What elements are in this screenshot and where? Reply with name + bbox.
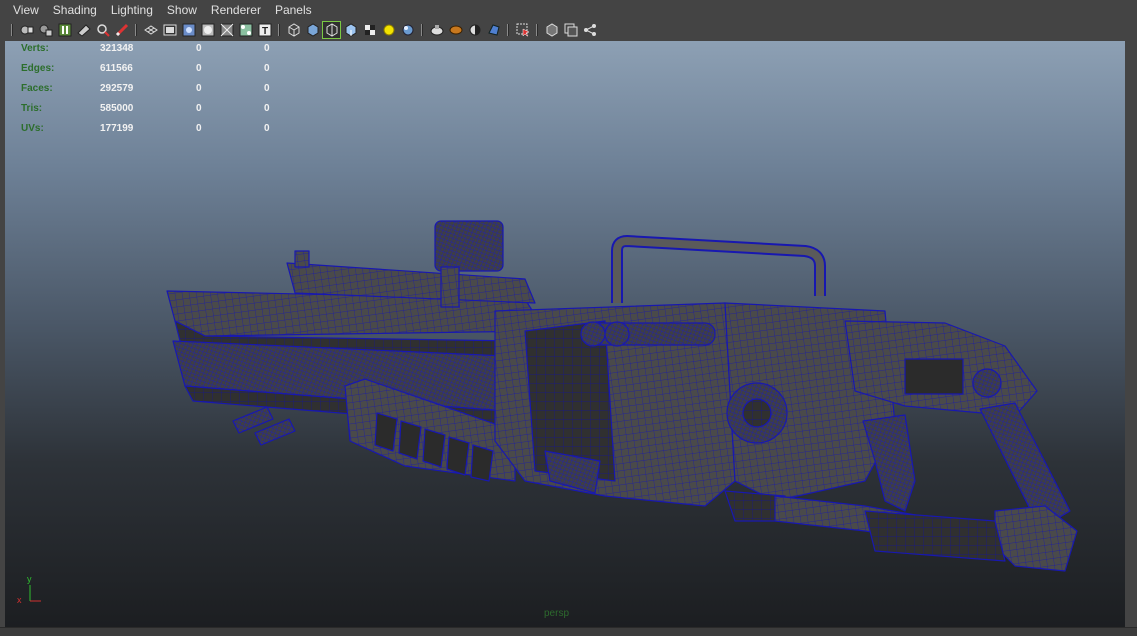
perspective-viewport[interactable]: Verts: 321348 0 0 Edges: 611566 0 0 Face… <box>5 41 1125 627</box>
film-gate-icon[interactable] <box>161 22 178 38</box>
menu-panels[interactable]: Panels <box>268 0 319 20</box>
gate-mask-icon[interactable] <box>199 22 216 38</box>
anti-aliasing-icon[interactable] <box>447 22 464 38</box>
toolbar-separator <box>506 22 510 38</box>
camera-select-icon[interactable] <box>18 22 35 38</box>
menu-bar: View Shading Lighting Show Renderer Pane… <box>0 0 1137 20</box>
xray-active-components-icon[interactable] <box>581 22 598 38</box>
screen-space-icon[interactable] <box>485 22 502 38</box>
wireframe-icon[interactable] <box>285 22 302 38</box>
weapon-model-wireframe[interactable] <box>5 41 1125 627</box>
depth-of-field-icon[interactable] <box>466 22 483 38</box>
image-plane-icon[interactable] <box>75 22 92 38</box>
textured-icon[interactable] <box>342 22 359 38</box>
toolbar-separator <box>134 22 138 38</box>
panel-border <box>1125 41 1137 627</box>
xray-icon[interactable] <box>543 22 560 38</box>
toolbar-separator <box>420 22 424 38</box>
bookmark-icon[interactable] <box>56 22 73 38</box>
grid-icon[interactable] <box>142 22 159 38</box>
svg-text:T: T <box>262 26 268 37</box>
use-all-lights-icon[interactable] <box>361 22 378 38</box>
smooth-shade-icon[interactable] <box>304 22 321 38</box>
camera-name-label: persp <box>544 608 570 619</box>
menu-renderer[interactable]: Renderer <box>204 0 268 20</box>
motion-blur-icon[interactable] <box>428 22 445 38</box>
isolate-select-icon[interactable] <box>514 22 531 38</box>
safe-title-icon[interactable] <box>237 22 254 38</box>
toolbar-separator <box>535 22 539 38</box>
axis-x-label: x <box>17 595 22 605</box>
menu-lighting[interactable]: Lighting <box>104 0 160 20</box>
2d-pan-zoom-icon[interactable] <box>94 22 111 38</box>
panel-toolbar: T <box>0 20 1137 40</box>
shadows-icon[interactable] <box>380 22 397 38</box>
view-axis-indicator: y x <box>17 574 41 605</box>
xray-joints-icon[interactable] <box>562 22 579 38</box>
toolbar-separator <box>10 22 14 38</box>
axis-y-label: y <box>27 574 32 584</box>
wireframe-on-shaded-icon[interactable] <box>322 21 341 39</box>
resolution-gate-icon[interactable] <box>180 22 197 38</box>
menu-view[interactable]: View <box>0 0 46 20</box>
camera-attributes-icon[interactable] <box>37 22 54 38</box>
menu-show[interactable]: Show <box>160 0 204 20</box>
grease-pencil-icon[interactable] <box>113 22 130 38</box>
menu-shading[interactable]: Shading <box>46 0 104 20</box>
text-icon[interactable]: T <box>256 22 273 38</box>
field-chart-icon[interactable] <box>218 22 235 38</box>
toolbar-separator <box>277 22 281 38</box>
ambient-occlusion-icon[interactable] <box>399 22 416 38</box>
